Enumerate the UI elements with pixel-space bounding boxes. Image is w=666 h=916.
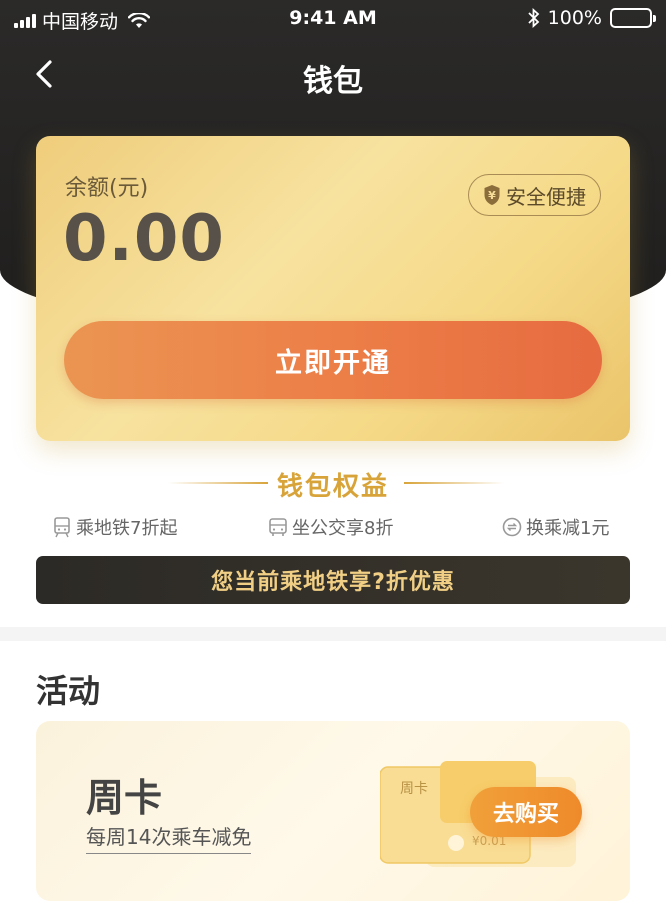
battery-icon xyxy=(610,8,656,28)
discount-banner: 您当前乘地铁享?折优惠 xyxy=(36,556,630,604)
page-title: 钱包 xyxy=(303,64,363,99)
svg-text:¥: ¥ xyxy=(488,189,496,202)
metro-icon xyxy=(54,517,70,538)
benefit-label: 乘地铁7折起 xyxy=(76,518,178,539)
benefit-label: 坐公交享8折 xyxy=(292,518,394,539)
benefit-label: 换乘减1元 xyxy=(526,518,610,539)
balance-amount: 0.00 xyxy=(63,202,225,276)
secure-badge-label: 安全便捷 xyxy=(506,184,586,209)
transfer-icon xyxy=(502,517,522,537)
battery-percent: 100% xyxy=(547,7,602,29)
balance-label: 余额(元) xyxy=(65,176,149,201)
benefit-transfer: 换乘减1元 xyxy=(502,514,609,540)
secure-badge: ¥ 安全便捷 xyxy=(468,174,601,216)
weekly-card-description: 每周14次乘车减免 xyxy=(86,821,252,854)
open-wallet-button[interactable]: 立即开通 xyxy=(64,321,602,399)
bus-icon xyxy=(269,518,287,536)
wallet-card: 余额(元) 0.00 ¥ 安全便捷 立即开通 xyxy=(36,136,630,441)
bluetooth-icon xyxy=(528,8,539,28)
buy-button[interactable]: 去购买 xyxy=(470,787,582,837)
benefits-title: 钱包权益 xyxy=(276,472,389,502)
weekly-card-promo[interactable]: 周卡 每周14次乘车减免 周卡 ¥0.01 去购买 xyxy=(36,721,630,901)
status-bar: 中国移动 9:41 AM 100% xyxy=(0,0,666,36)
activity-section-title: 活动 xyxy=(36,672,101,710)
section-divider xyxy=(0,627,666,641)
weekly-card-title: 周卡 xyxy=(86,776,163,820)
benefit-metro: 乘地铁7折起 xyxy=(52,514,177,540)
card-art-label: 周卡 xyxy=(400,781,428,797)
benefit-bus: 坐公交享8折 xyxy=(268,514,393,540)
divider-line xyxy=(404,482,504,484)
status-right: 100% xyxy=(528,7,656,29)
yuan-shield-icon: ¥ xyxy=(484,185,500,205)
